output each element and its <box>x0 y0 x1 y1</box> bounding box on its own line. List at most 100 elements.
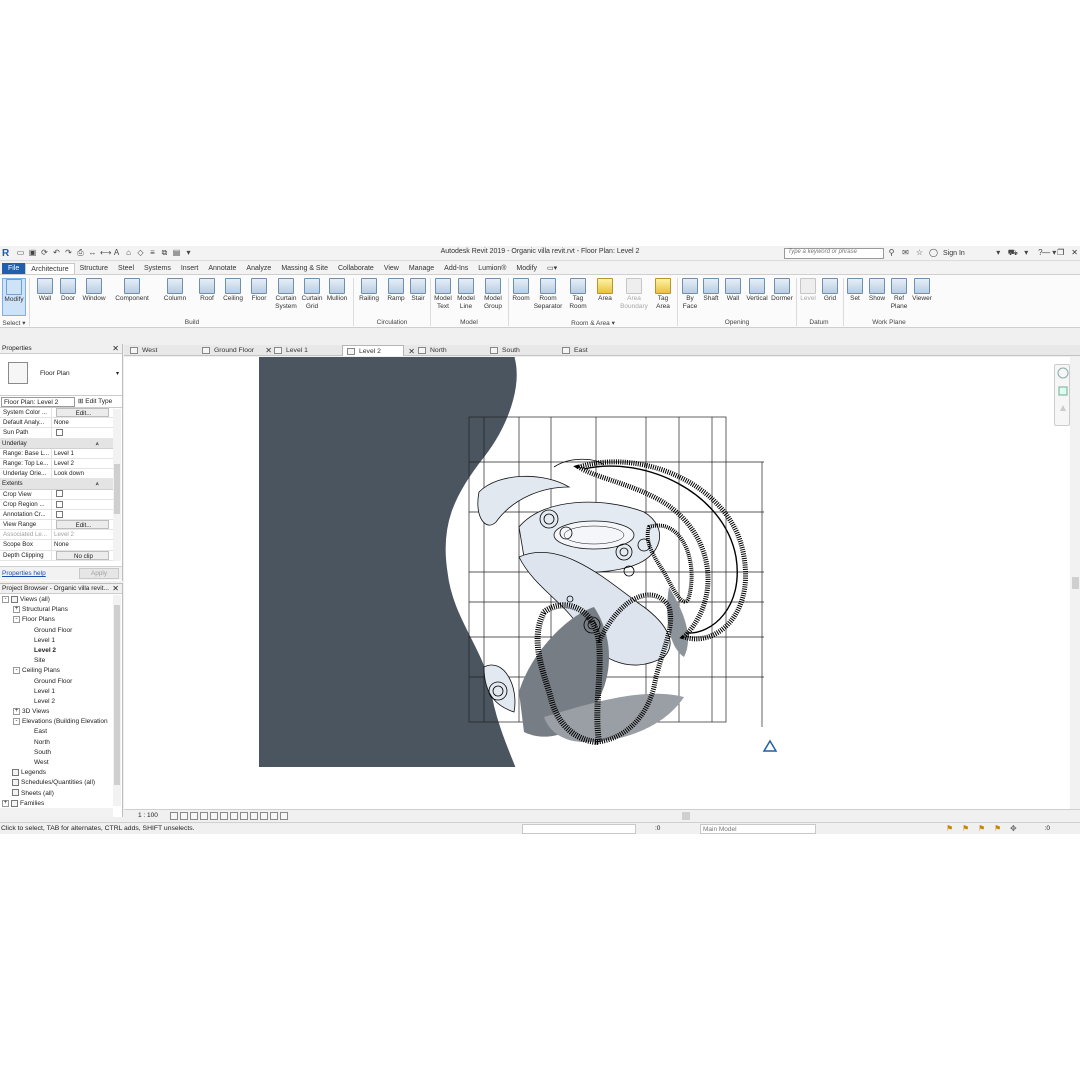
dimension-icon[interactable]: ⟷ <box>100 248 111 258</box>
worksharing-icon[interactable] <box>260 812 268 820</box>
browser-tree-item[interactable]: Ground Floor <box>0 677 122 687</box>
tag-area-button[interactable]: Tag Area <box>652 278 674 311</box>
apply-button[interactable]: Apply <box>79 568 119 579</box>
browser-tree-item[interactable]: Site <box>0 656 122 666</box>
property-value[interactable]: None <box>52 418 113 427</box>
expand-icon[interactable]: + <box>13 707 20 715</box>
property-row[interactable]: Underlay Orie... Look down <box>0 469 113 480</box>
browser-tree-item[interactable]: Schedules/Quantities (all) <box>0 778 122 788</box>
model-group-button[interactable]: Model Group <box>480 278 506 311</box>
property-row[interactable]: Crop View <box>0 489 113 500</box>
level-button[interactable]: Level <box>798 278 818 303</box>
3d-view-icon[interactable]: ⌂ <box>124 248 133 258</box>
tab-collaborate[interactable]: Collaborate <box>333 263 379 274</box>
window-button[interactable]: Window <box>80 278 108 303</box>
browser-tree-item[interactable]: Level 2 <box>0 646 122 656</box>
save-icon[interactable]: ▣ <box>28 248 37 258</box>
property-value[interactable]: Level 1 <box>52 449 113 458</box>
property-value[interactable] <box>52 490 113 499</box>
ribbon-minimize-icon[interactable]: ▭▾ <box>542 263 562 274</box>
property-value[interactable]: Level 2 <box>52 459 113 468</box>
zoom-icon[interactable] <box>1058 386 1068 396</box>
chevron-down-icon[interactable]: ▾ <box>994 248 1003 258</box>
set-work-plane-button[interactable]: Set <box>845 278 865 303</box>
browser-tree-item[interactable]: South <box>0 748 122 758</box>
property-value[interactable] <box>52 510 113 519</box>
tab-view[interactable]: View <box>379 263 404 274</box>
view-scale[interactable]: 1 : 100 <box>138 811 158 821</box>
tab-file[interactable]: File <box>2 263 26 274</box>
close-hidden-icon[interactable]: ⧉ <box>160 248 169 258</box>
canvas-scrollbar[interactable] <box>1071 357 1080 809</box>
component-button[interactable]: Component <box>112 278 152 303</box>
browser-tree-item[interactable]: Level 1 <box>0 636 122 646</box>
tab-lumion[interactable]: Lumion® <box>473 263 511 274</box>
property-value[interactable]: Level 2 <box>52 530 113 539</box>
drag-elements-icon[interactable]: ✥ <box>1010 825 1017 833</box>
vertical-opening-button[interactable]: Vertical <box>744 278 770 303</box>
area-boundary-button[interactable]: Area Boundary <box>618 278 650 311</box>
chevron-down-icon[interactable]: ▾ <box>116 370 119 377</box>
shadows-icon[interactable] <box>200 812 208 820</box>
measure-icon[interactable]: ↔ <box>88 248 97 258</box>
property-row[interactable]: System Color ... Edit... <box>0 408 113 419</box>
reveal-hidden-icon[interactable] <box>250 812 258 820</box>
analytical-model-icon[interactable] <box>270 812 278 820</box>
render-icon[interactable] <box>210 812 218 820</box>
search-input[interactable]: Type a keyword or phrase <box>784 248 884 259</box>
property-checkbox[interactable] <box>56 429 63 437</box>
property-edit-button[interactable]: No clip <box>56 550 109 560</box>
model-text-button[interactable]: Model Text <box>432 278 454 311</box>
curtain-grid-button[interactable]: Curtain Grid <box>298 278 326 311</box>
collapse-icon[interactable]: - <box>13 718 20 726</box>
tab-manage[interactable]: Manage <box>404 263 439 274</box>
view-tab[interactable]: East <box>558 345 620 356</box>
property-row[interactable]: Sun Path <box>0 428 113 439</box>
browser-tree-item[interactable]: Legends <box>0 768 122 778</box>
user-menu-icon[interactable]: ▾ <box>1022 248 1031 258</box>
property-row[interactable]: Range: Base L... Level 1 <box>0 448 113 459</box>
property-row[interactable]: Annotation Cr... <box>0 509 113 521</box>
collapse-icon[interactable]: ⩓ <box>96 439 100 449</box>
collapse-icon[interactable]: - <box>2 595 9 603</box>
browser-tree-item[interactable]: East <box>0 727 122 737</box>
expand-icon[interactable]: + <box>13 605 20 613</box>
switch-windows-icon[interactable]: ▤ <box>172 248 181 258</box>
restore-icon[interactable]: ❐ <box>1057 248 1064 257</box>
redo-icon[interactable]: ↷ <box>64 248 73 258</box>
tab-structure[interactable]: Structure <box>75 263 113 274</box>
browser-tree-item[interactable]: - Ceiling Plans <box>0 666 122 676</box>
select-by-face-icon[interactable]: ⚑ <box>994 825 1001 833</box>
drawing-area[interactable] <box>124 357 1070 809</box>
close-icon[interactable]: ✕ <box>112 344 119 354</box>
favorites-star-icon[interactable]: ☆ <box>915 248 924 258</box>
room-button[interactable]: Room <box>510 278 532 303</box>
highlight-displacement-icon[interactable] <box>280 812 288 820</box>
sun-path-icon[interactable] <box>190 812 198 820</box>
horizontal-scroll-thumb[interactable] <box>682 812 690 820</box>
wall-opening-button[interactable]: Wall <box>722 278 744 303</box>
browser-tree-item[interactable]: - Elevations (Building Elevation <box>0 717 122 727</box>
curtain-system-button[interactable]: Curtain System <box>272 278 300 311</box>
detail-level-icon[interactable] <box>170 812 178 820</box>
property-row[interactable]: Scope Box None <box>0 540 113 551</box>
browser-scrollbar[interactable] <box>113 595 121 806</box>
browser-hscrollbar[interactable] <box>0 808 113 817</box>
visual-style-icon[interactable] <box>180 812 188 820</box>
property-row[interactable]: Default Analy... None <box>0 418 113 429</box>
scroll-thumb[interactable] <box>114 464 120 514</box>
grid-button[interactable]: Grid <box>820 278 840 303</box>
tag-room-button[interactable]: Tag Room <box>566 278 590 311</box>
design-option-selector[interactable]: Main Model <box>700 824 816 834</box>
show-work-plane-button[interactable]: Show <box>866 278 888 303</box>
sync-icon[interactable]: ⟳ <box>40 248 49 258</box>
filter-count[interactable]: :0 <box>1045 824 1050 834</box>
close-icon[interactable]: ✕ <box>112 584 119 594</box>
tab-massing-site[interactable]: Massing & Site <box>276 263 333 274</box>
property-group-header[interactable]: Underlay ⩓ <box>0 438 113 449</box>
panel-label-room-area[interactable]: Room & Area ▾ <box>510 319 676 327</box>
column-button[interactable]: Column <box>160 278 190 303</box>
cart-icon[interactable]: ⛟ <box>1008 248 1018 258</box>
floor-button[interactable]: Floor <box>248 278 270 303</box>
property-row[interactable]: View Range Edit... <box>0 520 113 531</box>
